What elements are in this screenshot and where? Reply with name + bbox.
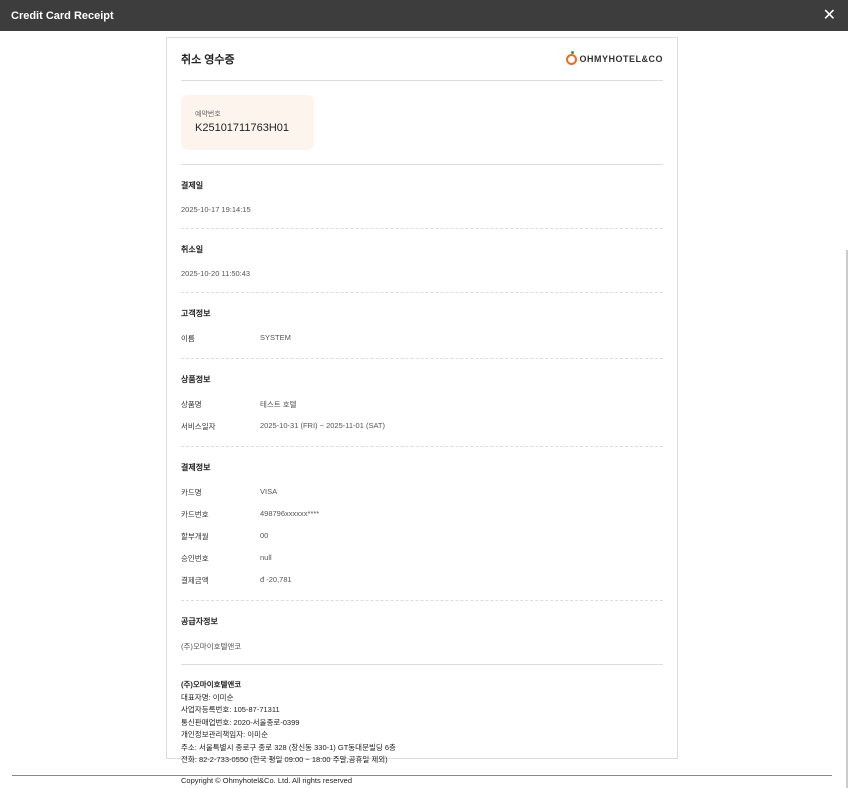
- company-name: (주)오마이호텔앤코: [181, 680, 242, 689]
- info-row: 결제금액 đ -20,781: [181, 575, 663, 586]
- row-value: 00: [260, 531, 269, 540]
- row-value: null: [260, 553, 272, 562]
- row-key: 상품명: [181, 400, 202, 409]
- payment-section: 결제정보 카드명 VISA 카드번호 498796xxxxxx**** 할부개월 00…: [181, 446, 663, 600]
- row-value: 2025-10-31 (FRI) ~ 2025-11-01 (SAT): [260, 421, 385, 430]
- row-value: 테스트 호텔: [260, 400, 297, 409]
- customer-section: 고객정보 이름 SYSTEM: [181, 292, 663, 358]
- row-value: 498796xxxxxx****: [260, 509, 320, 518]
- receipt-header: 취소 영수증 OHMYHOTEL&CO: [181, 38, 663, 81]
- row-key: 결제금액: [181, 576, 209, 585]
- info-row: 서비스일자 2025-10-31 (FRI) ~ 2025-11-01 (SAT): [181, 421, 663, 432]
- row-value: đ -20,781: [260, 575, 292, 584]
- booking-number: K25101711763H01: [195, 122, 289, 134]
- receipt-title: 취소 영수증: [181, 54, 235, 66]
- payment-date-section: 결제일 2025-10-17 19:14:15: [181, 164, 663, 228]
- window-title: Credit Card Receipt: [11, 9, 114, 22]
- info-row: 카드번호 498796xxxxxx****: [181, 509, 663, 520]
- copyright: Copyright © Ohmyhotel&Co. Ltd. All right…: [181, 775, 353, 785]
- cancel-date-section: 취소일 2025-10-20 11:50:43: [181, 228, 663, 292]
- row-value: VISA: [260, 487, 278, 496]
- section-title: 취소일: [181, 245, 204, 254]
- product-section: 상품정보 상품명 테스트 호텔 서비스일자 2025-10-31 (FRI) ~ 2…: [181, 358, 663, 446]
- row-key: 카드명: [181, 488, 202, 497]
- footer-line: 주소: 서울특별시 종로구 종로 328 (창신동 330-1) GT동대문빌딩…: [181, 742, 396, 752]
- section-title: 결제일: [181, 181, 204, 190]
- info-row: 카드명 VISA: [181, 487, 663, 498]
- close-icon[interactable]: ✕: [823, 7, 836, 24]
- booking-number-box: 예약번호 K25101711763H01: [181, 95, 314, 150]
- row-key: 서비스일자: [181, 422, 216, 431]
- payment-date: 2025-10-17 19:14:15: [181, 205, 251, 214]
- title-bar: Credit Card Receipt ✕: [0, 0, 848, 31]
- logo-text: OHMYHOTEL&CO: [579, 54, 663, 64]
- orange-logo-icon: [565, 50, 577, 65]
- receipt: 취소 영수증 OHMYHOTEL&CO 예약번호 K25101711763H01…: [166, 37, 678, 785]
- footer-line: 통신판매업번호: 2020-서울종로-0399: [181, 717, 300, 727]
- section-title: 결제정보: [181, 463, 211, 472]
- footer-line: 전화: 82-2-733-0550 (한국 평일 09:00 ~ 18:00 주…: [181, 755, 388, 764]
- section-title: 고객정보: [181, 309, 211, 318]
- divider: [12, 775, 832, 776]
- row-key: 승인번호: [181, 554, 209, 563]
- company-footer: (주)오마이호텔앤코 대표자명: 이미순 사업자등록번호: 105-87-713…: [181, 664, 663, 787]
- ohmyhotel-logo: OHMYHOTEL&CO: [565, 50, 664, 65]
- info-row: 할부개월 00: [181, 531, 663, 542]
- info-row: 상품명 테스트 호텔: [181, 399, 663, 410]
- supplier-name: (주)오마이호텔앤코: [181, 642, 242, 651]
- row-key: 할부개월: [181, 532, 209, 541]
- footer-line: 대표자명: 이미순: [181, 692, 234, 702]
- footer-line: 사업자등록번호: 105-87-71311: [181, 705, 280, 714]
- section-title: 공급자정보: [181, 617, 218, 626]
- booking-number-label: 예약번호: [195, 111, 221, 118]
- row-value: SYSTEM: [260, 333, 291, 342]
- row-key: 카드번호: [181, 510, 209, 519]
- supplier-section: 공급자정보 (주)오마이호텔앤코: [181, 600, 663, 664]
- info-row: 이름 SYSTEM: [181, 333, 663, 344]
- footer-line: 개인정보관리책임자: 이미순: [181, 730, 268, 739]
- info-row: 승인번호 null: [181, 553, 663, 564]
- section-title: 상품정보: [181, 375, 211, 384]
- row-key: 이름: [181, 334, 195, 343]
- cancel-date: 2025-10-20 11:50:43: [181, 269, 251, 278]
